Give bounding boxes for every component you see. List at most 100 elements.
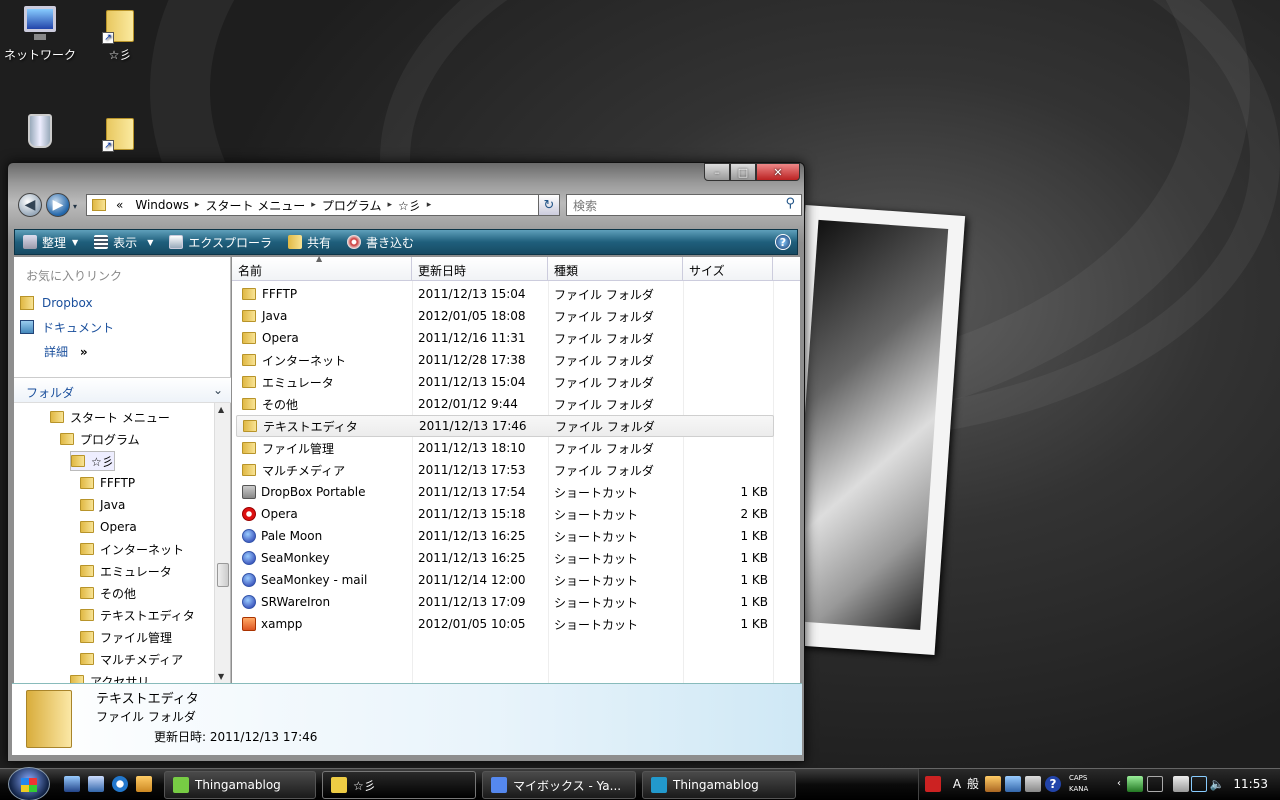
search-icon[interactable]: ⚲ xyxy=(785,196,795,211)
taskbar-button[interactable]: Thingamablog xyxy=(164,771,316,799)
folder-icon xyxy=(242,354,256,366)
column-header-date[interactable]: 更新日時 xyxy=(412,257,548,281)
tray-expand-icon[interactable]: ‹ xyxy=(1111,776,1127,792)
more-links-button[interactable]: 詳細 » xyxy=(44,343,88,360)
favorite-links-heading: お気に入りリンク xyxy=(26,269,123,283)
burn-button[interactable]: 書き込む xyxy=(339,230,422,254)
taskbar-button[interactable]: Thingamablog xyxy=(642,771,796,799)
tray-app-icon[interactable] xyxy=(1127,776,1143,792)
file-row[interactable]: Opera 2011/12/13 15:18 ショートカット 2 KB xyxy=(236,503,774,525)
file-type: ファイル フォルダ xyxy=(555,419,655,434)
folder-tree-item[interactable]: ☆彡 xyxy=(70,451,115,471)
file-modified-date: 2012/01/05 10:05 xyxy=(418,617,526,631)
scroll-up-icon[interactable]: ▲ xyxy=(218,405,224,414)
tray-tool-icon[interactable] xyxy=(985,776,1001,792)
taskbar-button[interactable]: マイボックス - Ya... xyxy=(482,771,636,799)
show-desktop-icon[interactable] xyxy=(64,776,80,792)
folders-header[interactable]: フォルダ ⌄ xyxy=(14,377,231,403)
folder-tree-item[interactable]: Opera xyxy=(80,517,137,537)
clock[interactable]: 11:53 xyxy=(1233,777,1268,791)
shortcut-icon xyxy=(242,573,256,587)
search-input[interactable]: 検索 ⚲ xyxy=(566,194,802,216)
share-button[interactable]: 共有 xyxy=(280,230,339,254)
tray-app-icon[interactable] xyxy=(925,776,941,792)
folder-tree-label: Java xyxy=(100,498,126,512)
folder-tree-label: スタート メニュー xyxy=(70,410,170,425)
messenger-icon[interactable] xyxy=(136,776,152,792)
column-header-name[interactable]: ▲ 名前 xyxy=(232,254,412,281)
views-button[interactable]: 表示 ▼ xyxy=(86,230,161,254)
breadcrumb-item[interactable]: プログラム xyxy=(316,197,388,214)
ime-kanji-indicator[interactable]: 般 xyxy=(965,776,981,792)
file-row[interactable]: Opera 2011/12/16 11:31 ファイル フォルダ xyxy=(236,327,774,349)
explorer-button[interactable]: エクスプローラ xyxy=(161,230,280,254)
folder-tree-item[interactable]: スタート メニュー xyxy=(50,407,170,427)
address-bar[interactable]: « Windows ▸ スタート メニュー ▸ プログラム ▸ ☆彡 ▸ ▼ xyxy=(86,194,560,216)
column-header-type[interactable]: 種類 xyxy=(548,257,683,281)
file-row[interactable]: Java 2012/01/05 18:08 ファイル フォルダ xyxy=(236,305,774,327)
favorite-link-dropbox[interactable]: Dropbox xyxy=(20,293,93,313)
display-icon[interactable] xyxy=(1147,776,1163,792)
tray-network-tool-icon[interactable] xyxy=(1005,776,1021,792)
help-button[interactable]: ? xyxy=(775,234,791,250)
taskbar-button-label: マイボックス - Ya... xyxy=(513,778,622,793)
desktop-icon-network[interactable]: ネットワーク xyxy=(0,4,80,63)
file-row[interactable]: マルチメディア 2011/12/13 17:53 ファイル フォルダ xyxy=(236,459,774,481)
desktop-icon-shortcut-folder-2[interactable]: ↗ xyxy=(80,112,160,154)
organize-button[interactable]: 整理 ▼ xyxy=(15,230,86,254)
folder-icon xyxy=(80,499,94,511)
scroll-down-icon[interactable]: ▼ xyxy=(218,672,224,681)
folder-icon xyxy=(80,543,94,555)
volume-icon[interactable]: 🔈 xyxy=(1209,776,1225,792)
start-button[interactable] xyxy=(8,767,50,800)
maximize-button[interactable]: □ xyxy=(730,163,756,181)
breadcrumb-separator[interactable]: ▸ xyxy=(427,200,432,210)
safely-remove-hardware-icon[interactable] xyxy=(1173,776,1189,792)
switch-windows-icon[interactable] xyxy=(88,776,104,792)
file-row[interactable]: SeaMonkey 2011/12/13 16:25 ショートカット 1 KB xyxy=(236,547,774,569)
folder-tree-item[interactable]: FFFTP xyxy=(80,473,135,493)
file-name: xampp xyxy=(261,617,303,631)
folder-tree-item[interactable]: プログラム xyxy=(60,429,140,449)
desktop-icon-recycle-bin[interactable] xyxy=(0,112,80,154)
favorite-link-documents[interactable]: ドキュメント xyxy=(20,317,114,337)
file-row[interactable]: テキストエディタ 2011/12/13 17:46 ファイル フォルダ xyxy=(236,415,774,437)
file-row[interactable]: ファイル管理 2011/12/13 18:10 ファイル フォルダ xyxy=(236,437,774,459)
minimize-button[interactable]: – xyxy=(704,163,730,181)
scrollbar-thumb[interactable] xyxy=(217,563,229,587)
folder-tree-item[interactable]: マルチメディア xyxy=(80,649,183,669)
refresh-button[interactable]: ↻ xyxy=(538,194,560,216)
file-row[interactable]: SeaMonkey - mail 2011/12/14 12:00 ショートカット 1… xyxy=(236,569,774,591)
ime-mode-indicator[interactable]: A xyxy=(949,776,965,792)
forward-button[interactable]: ▶ xyxy=(46,193,70,217)
file-row[interactable]: SRWareIron 2011/12/13 17:09 ショートカット 1 KB xyxy=(236,591,774,613)
folder-tree-item[interactable]: エミュレータ xyxy=(80,561,172,581)
folder-tree-scrollbar[interactable]: ▲ ▼ xyxy=(214,403,230,683)
close-button[interactable]: ✕ xyxy=(756,163,800,181)
network-icon[interactable] xyxy=(1191,776,1207,792)
file-row[interactable]: FFFTP 2011/12/13 15:04 ファイル フォルダ xyxy=(236,283,774,305)
breadcrumb-item[interactable]: Windows xyxy=(129,198,195,212)
tray-app-icon[interactable] xyxy=(1025,776,1041,792)
recent-pages-dropdown[interactable]: ▾ xyxy=(73,202,77,211)
file-row[interactable]: インターネット 2011/12/28 17:38 ファイル フォルダ xyxy=(236,349,774,371)
back-button[interactable]: ◀ xyxy=(18,193,42,217)
breadcrumb-item[interactable]: スタート メニュー xyxy=(199,197,311,214)
file-row[interactable]: その他 2012/01/12 9:44 ファイル フォルダ xyxy=(236,393,774,415)
folder-tree-item[interactable]: その他 xyxy=(80,583,136,603)
file-row[interactable]: DropBox Portable 2011/12/13 17:54 ショートカット 1… xyxy=(236,481,774,503)
file-row[interactable]: エミュレータ 2011/12/13 15:04 ファイル フォルダ xyxy=(236,371,774,393)
folder-tree-item[interactable]: ファイル管理 xyxy=(80,627,172,647)
breadcrumb-prefix[interactable]: « xyxy=(110,198,129,212)
folder-tree-item[interactable]: Java xyxy=(80,495,125,515)
file-row[interactable]: Pale Moon 2011/12/13 16:25 ショートカット 1 KB xyxy=(236,525,774,547)
taskbar-button[interactable]: ☆彡 xyxy=(322,771,476,799)
folder-tree-item[interactable]: テキストエディタ xyxy=(80,605,195,625)
desktop-icon-shortcut-folder[interactable]: ↗ ☆彡 xyxy=(80,4,160,63)
file-row[interactable]: xampp 2012/01/05 10:05 ショートカット 1 KB xyxy=(236,613,774,635)
internet-explorer-icon[interactable] xyxy=(112,776,128,792)
column-header-size[interactable]: サイズ xyxy=(683,257,773,281)
breadcrumb-item[interactable]: ☆彡 xyxy=(392,197,427,214)
help-icon[interactable]: ? xyxy=(1045,776,1061,792)
folder-tree-item[interactable]: インターネット xyxy=(80,539,184,559)
